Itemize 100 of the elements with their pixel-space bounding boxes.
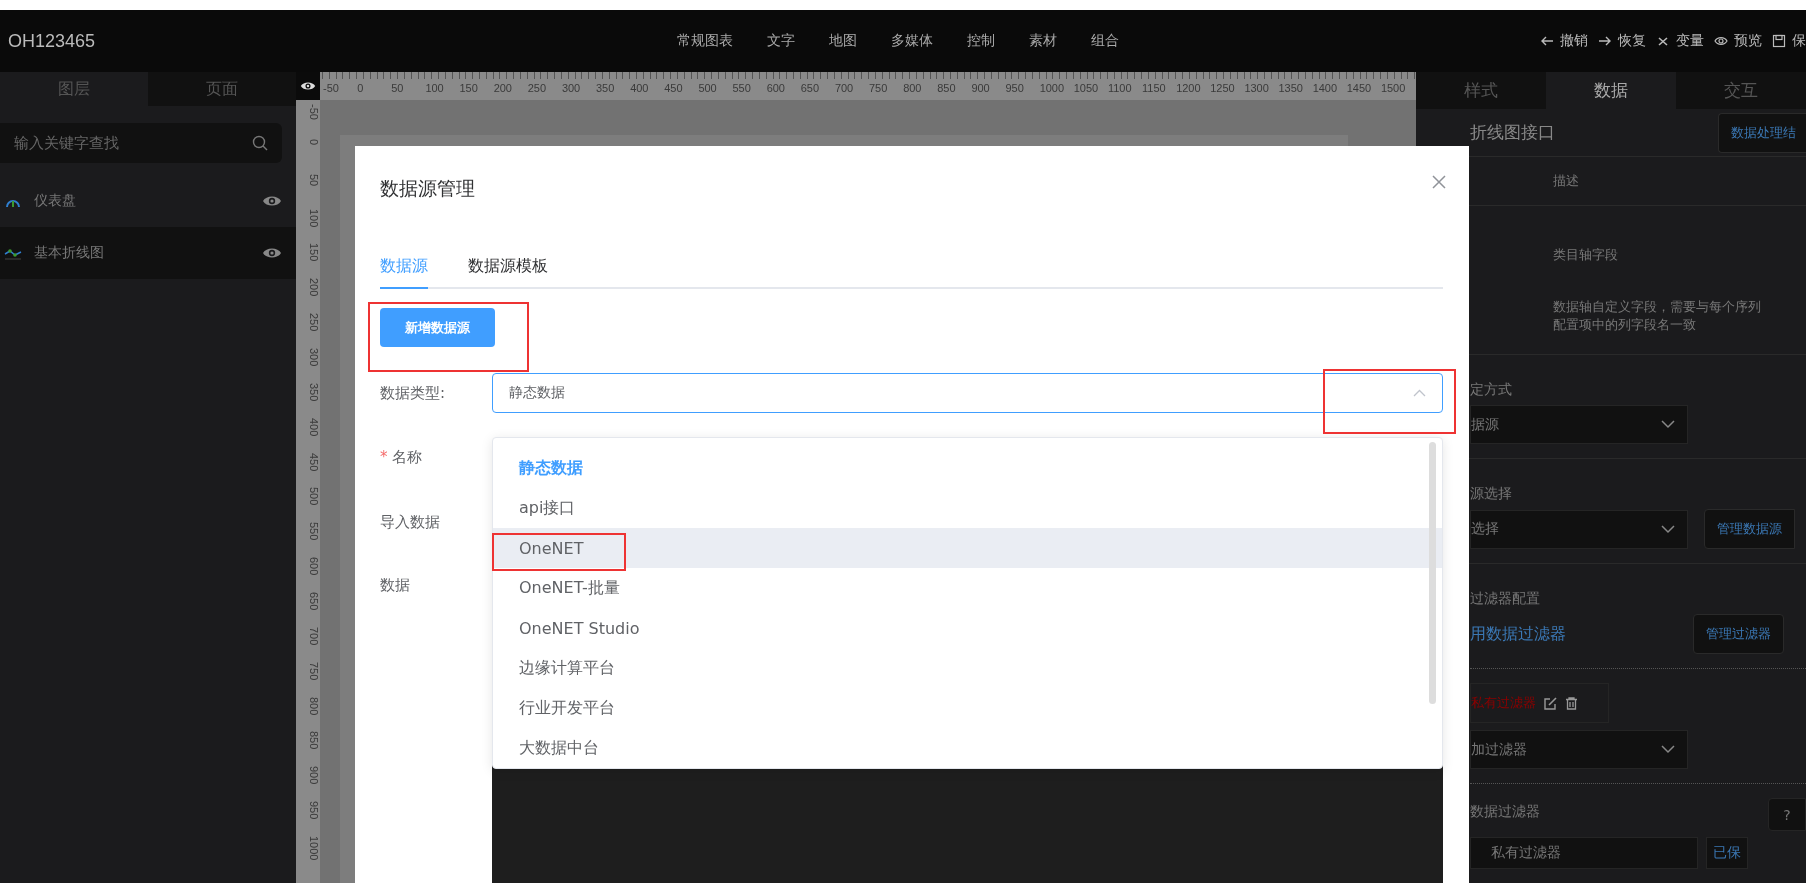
layer-item[interactable]: 基本折线图: [0, 227, 296, 279]
ruler-label: 1150: [1141, 81, 1167, 96]
ruler-label: 600: [307, 556, 320, 578]
ruler-label: 750: [868, 81, 889, 96]
ruler-label: 150: [458, 81, 479, 96]
help-button[interactable]: ?: [1768, 798, 1806, 831]
menu-item[interactable]: 文字: [750, 32, 812, 50]
dropdown-option[interactable]: OneNET-批量: [493, 568, 1442, 608]
filter-link[interactable]: 用数据过滤器: [1470, 623, 1566, 645]
layer-item[interactable]: 仪表盘: [0, 175, 296, 227]
chevron-down-icon: [1661, 420, 1675, 429]
layer-name: 仪表盘: [34, 192, 77, 210]
manage-sources-button[interactable]: 管理数据源: [1704, 509, 1795, 549]
ruler-label: 250: [526, 81, 548, 96]
menu-item[interactable]: 地图: [812, 32, 874, 50]
ruler-label: 150: [307, 242, 320, 264]
chevron-down-icon: [1661, 524, 1675, 534]
ruler-label: 850: [936, 81, 957, 96]
ruler-label: 1000: [1038, 81, 1066, 96]
menu-item[interactable]: 控制: [950, 32, 1012, 50]
ruler-label: 650: [799, 81, 821, 96]
ruler-label: 1050: [1072, 81, 1100, 96]
ruler-label: 1250: [1209, 81, 1236, 96]
dialog-title: 数据源管理: [380, 176, 475, 201]
ruler-label: 450: [307, 451, 320, 473]
preview-button[interactable]: 预览: [1714, 32, 1762, 50]
app-title: OH123465: [7, 30, 96, 52]
edit-icon: [1544, 696, 1557, 710]
ruler-label: 1350: [1277, 81, 1304, 96]
dropdown-option[interactable]: 大数据中台: [493, 728, 1442, 768]
dropdown-option[interactable]: 边缘计算平台: [493, 648, 1442, 688]
ruler-label: 950: [307, 800, 320, 822]
ruler-label: 550: [731, 81, 752, 96]
ruler-label: 200: [307, 277, 320, 299]
ruler-label: 100: [307, 207, 320, 229]
close-icon[interactable]: [1431, 174, 1447, 190]
ruler-label: 900: [307, 765, 320, 787]
chevron-down-icon: [1661, 745, 1675, 754]
menu-item[interactable]: 多媒体: [874, 32, 950, 50]
ruler-label: 1100: [1106, 81, 1133, 96]
search-icon: [252, 135, 268, 151]
variable-button[interactable]: 变量: [1656, 32, 1704, 50]
column-header: 描述: [1553, 172, 1579, 190]
ruler-label: 400: [629, 81, 650, 96]
undo-button[interactable]: 撤销: [1540, 32, 1588, 50]
source-select[interactable]: 选择: [1470, 509, 1688, 549]
redo-button[interactable]: 恢复: [1598, 32, 1646, 50]
ruler-label: 50: [390, 81, 405, 96]
ruler-label: 400: [307, 416, 320, 439]
dropdown-option[interactable]: OneNET: [493, 528, 1442, 568]
ruler-label: 0: [356, 81, 365, 96]
dialog-tab[interactable]: 数据源模板: [468, 256, 548, 289]
field-description: 类目轴字段: [1553, 247, 1618, 262]
filter-name-field[interactable]: 私有过滤器: [1470, 837, 1698, 869]
ruler-label: 250: [307, 312, 320, 334]
ruler-label: 600: [765, 81, 786, 96]
ruler-label: 1500: [1379, 81, 1407, 96]
arrow-right-icon: [1598, 34, 1612, 48]
ruler-label: 550: [307, 521, 320, 543]
scrollbar[interactable]: [1429, 442, 1436, 704]
save-button[interactable]: 已保: [1706, 837, 1748, 869]
field-label: 导入数据: [380, 513, 441, 532]
search-field[interactable]: 输入关键字查找: [0, 123, 282, 163]
menu-item[interactable]: 组合: [1074, 32, 1136, 50]
ruler-label: 1450: [1345, 81, 1373, 96]
ruler-label: 50: [307, 172, 320, 188]
ruler-label: 850: [307, 730, 320, 752]
arrow-left-icon: [1540, 34, 1554, 48]
ruler-label: 450: [663, 81, 684, 96]
save-button[interactable]: 保: [1772, 32, 1806, 50]
ruler-label: -50: [322, 81, 340, 96]
section-label: 数据过滤器: [1470, 802, 1540, 821]
ruler-label: 900: [970, 81, 991, 96]
save-icon: [1772, 34, 1786, 48]
ruler-label: 0: [307, 137, 320, 147]
eye-icon: [1714, 34, 1728, 48]
ruler-label: 800: [307, 695, 320, 717]
add-filter-select[interactable]: 加过滤器: [1470, 730, 1688, 769]
ruler-label: 1400: [1311, 81, 1339, 96]
menu-item[interactable]: 素材: [1012, 32, 1074, 50]
ruler-label: 100: [424, 81, 445, 96]
result-button[interactable]: 数据处理结: [1718, 112, 1806, 153]
ruler-label: -50: [307, 103, 320, 122]
ruler-label: 800: [902, 81, 923, 96]
ruler-label: 1000: [307, 835, 320, 863]
dropdown-option[interactable]: OneNET Studio: [493, 608, 1442, 648]
dropdown-option[interactable]: api接口: [493, 488, 1442, 528]
filter-name: 私有过滤器: [1471, 694, 1536, 712]
variable-icon: [1656, 34, 1670, 48]
manage-filters-button[interactable]: 管理过滤器: [1693, 614, 1784, 654]
layer-name: 基本折线图: [34, 244, 105, 262]
section-heading: 折线图接口: [1470, 121, 1555, 145]
binding-select[interactable]: 据源: [1470, 405, 1688, 444]
line-chart-icon: [4, 246, 22, 260]
type-select[interactable]: 静态数据: [492, 373, 1443, 413]
dropdown-option[interactable]: 行业开发平台: [493, 688, 1442, 728]
menu-item[interactable]: 常规图表: [660, 32, 750, 50]
ruler-label: 1300: [1243, 81, 1270, 96]
field-label: 定方式: [1470, 381, 1513, 399]
field-label: 源选择: [1470, 485, 1513, 503]
